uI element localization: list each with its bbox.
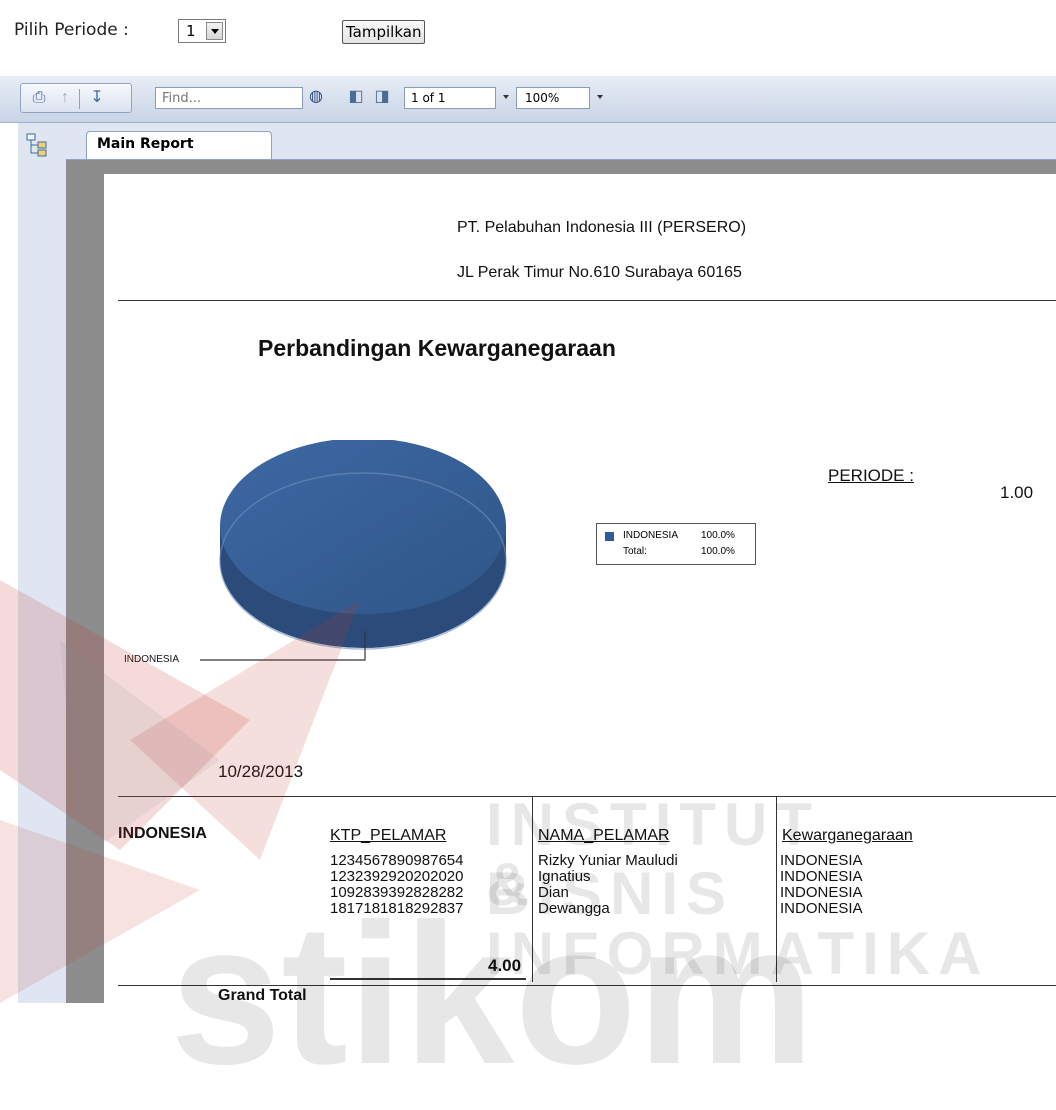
legend-total-label: Total: xyxy=(623,546,647,557)
legend-label: INDONESIA xyxy=(623,530,679,541)
company-name: PT. Pelabuhan Indonesia III (PERSERO) xyxy=(457,219,747,236)
page-dropdown-icon[interactable] xyxy=(502,88,512,106)
periode-report-value: 1.00 xyxy=(1000,483,1034,502)
periode-label: Pilih Periode : xyxy=(14,20,129,40)
pie-chart xyxy=(200,440,507,661)
legend-swatch xyxy=(605,532,614,541)
chevron-down-icon[interactable] xyxy=(206,22,223,40)
cell-warga: INDONESIA xyxy=(780,852,863,869)
cell-ktp: 1817181818292837 xyxy=(330,900,464,917)
group-header: INDONESIA xyxy=(118,825,207,842)
toolbar-button-group: ⎙ ↑ ↧ xyxy=(20,83,132,113)
find-input[interactable] xyxy=(155,87,303,109)
print-icon[interactable]: ⎙ xyxy=(29,89,49,107)
record-count: 4.00 xyxy=(488,956,522,975)
zoom-input[interactable]: 100% xyxy=(516,87,590,109)
zoom-dropdown-icon[interactable] xyxy=(596,88,606,106)
legend-value: 100.0% xyxy=(701,530,735,541)
pie-slice-indonesia xyxy=(220,440,506,614)
cell-warga: INDONESIA xyxy=(780,868,863,885)
cell-ktp: 1234567890987654 xyxy=(330,852,464,869)
column-header-ktp: KTP_PELAMAR xyxy=(330,827,447,844)
grand-total-label: Grand Total xyxy=(218,987,307,1004)
table-vline-1 xyxy=(532,796,533,982)
report-date: 10/28/2013 xyxy=(218,762,304,781)
pie-slice-label: INDONESIA xyxy=(124,654,180,665)
page-indicator[interactable]: 1 of 1 xyxy=(404,87,496,109)
toolbar-separator xyxy=(79,89,80,109)
chart-legend: INDONESIA 100.0% Total: 100.0% xyxy=(596,523,756,565)
cell-nama: Ignatius xyxy=(538,868,591,885)
first-page-icon[interactable]: ◧ xyxy=(346,86,366,108)
tab-main-report[interactable]: Main Report xyxy=(86,131,272,159)
cell-nama: Rizky Yuniar Mauludi xyxy=(538,852,678,869)
top-controls: Pilih Periode : 1 Tampilkan xyxy=(0,0,1056,75)
export-icon[interactable]: ↧ xyxy=(87,89,107,107)
tab-strip: Main Report xyxy=(66,123,1056,160)
column-header-nama: NAMA_PELAMAR xyxy=(538,827,670,844)
tampilkan-button[interactable]: Tampilkan xyxy=(342,20,426,44)
header-divider xyxy=(118,300,1056,301)
cell-nama: Dewangga xyxy=(538,900,610,917)
cell-ktp: 1092839392828282 xyxy=(330,884,464,901)
up-arrow-icon[interactable]: ↑ xyxy=(55,89,75,107)
group-tree-icon[interactable] xyxy=(26,133,48,157)
prev-page-icon[interactable]: ◨ xyxy=(372,86,392,108)
periode-select-value: 1 xyxy=(186,22,196,40)
binoculars-icon[interactable]: ◍ xyxy=(306,86,326,108)
column-header-kewarganegaraan: Kewarganegaraan xyxy=(782,827,913,844)
company-address: JL Perak Timur No.610 Surabaya 60165 xyxy=(457,264,742,281)
group-tree-panel xyxy=(18,123,67,1003)
cell-warga: INDONESIA xyxy=(780,900,863,917)
cell-warga: INDONESIA xyxy=(780,884,863,901)
legend-total-value: 100.0% xyxy=(701,546,735,557)
cell-ktp: 1232392920202020 xyxy=(330,868,464,885)
chart-title: Perbandingan Kewarganegaraan xyxy=(258,335,616,361)
periode-report-label: PERIODE : xyxy=(828,466,914,485)
cell-nama: Dian xyxy=(538,884,569,901)
table-bottom-divider xyxy=(118,985,1056,986)
table-vline-2 xyxy=(776,796,777,982)
periode-select[interactable]: 1 xyxy=(178,19,226,43)
count-underline xyxy=(330,978,526,980)
table-top-divider xyxy=(118,796,1056,797)
